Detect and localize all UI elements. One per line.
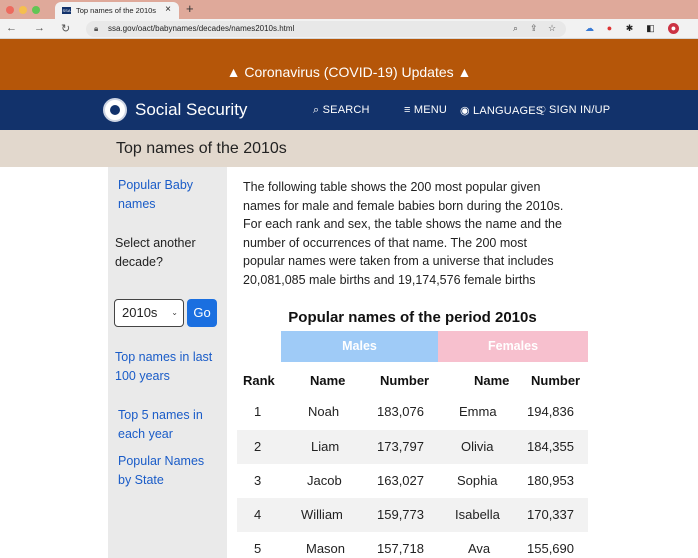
rank-cell: 5	[254, 541, 262, 556]
maximize-window-icon[interactable]	[32, 6, 40, 14]
male-name-cell: Noah	[308, 404, 340, 419]
browser-tab[interactable]: SSA Top names of the 2010s ×	[55, 2, 179, 19]
sidepanel-icon[interactable]: ◧	[645, 23, 656, 34]
close-window-icon[interactable]	[6, 6, 14, 14]
table-title: Popular names of the period 2010s	[288, 309, 537, 326]
browser-tab-strip: SSA Top names of the 2010s × +	[0, 0, 698, 19]
nav-search[interactable]: ⌕ SEARCH	[313, 104, 370, 117]
male-number-cell: 159,773	[377, 507, 424, 522]
window-controls[interactable]	[6, 6, 40, 14]
males-header: Males	[281, 331, 438, 362]
female-name-cell: Sophia	[457, 473, 498, 488]
table-row: 5 Mason 157,718 Ava 155,690	[237, 532, 588, 558]
sidebar-link-line[interactable]: Popular Names	[118, 452, 204, 471]
back-arrow-icon[interactable]: ←	[6, 22, 17, 34]
table-row: 1 Noah 183,076 Emma 194,836	[237, 395, 588, 429]
intro-line: popular names were taken from a universe…	[243, 254, 554, 268]
zoom-icon[interactable]: ⌕	[513, 23, 518, 34]
intro-line: For each rank and sex, the table shows t…	[243, 217, 562, 231]
sidebar-link-line[interactable]: by State	[118, 471, 204, 490]
page-title: Top names of the 2010s	[116, 140, 287, 157]
female-number-cell: 194,836	[527, 404, 574, 419]
ssa-favicon-icon: SSA	[62, 7, 71, 14]
sidebar-link-line[interactable]: 100 years	[115, 367, 212, 386]
site-brand[interactable]: Social Security	[135, 100, 247, 120]
table-row: 4 William 159,773 Isabella 170,337	[237, 498, 588, 532]
sidebar-link-line[interactable]: names	[118, 195, 193, 214]
intro-line: names for male and female babies born du…	[243, 198, 564, 213]
rank-cell: 3	[254, 473, 262, 488]
female-number-cell: 184,355	[527, 439, 574, 454]
rank-cell: 1	[254, 404, 262, 419]
ssa-seal-icon[interactable]	[103, 98, 127, 122]
females-header: Females	[438, 331, 588, 362]
male-name-cell: Jacob	[307, 473, 342, 488]
column-header-female-number: Number	[531, 373, 581, 388]
nav-menu[interactable]: ≡ MENU	[404, 104, 447, 116]
nav-sign-in[interactable]: ⍜ SIGN IN/UP	[539, 104, 610, 117]
nav-languages[interactable]: ◉ LANGUAGES	[460, 104, 543, 117]
intro-paragraph: The following table shows the 200 most p…	[243, 178, 588, 289]
table-row: 3 Jacob 163,027 Sophia 180,953	[237, 464, 588, 498]
sidebar-link-line[interactable]: Popular Baby	[118, 176, 193, 195]
intro-line: number of occurrences of that name. The …	[243, 235, 527, 250]
male-name-cell: Mason	[306, 541, 346, 556]
address-bar[interactable]: 🔒︎ ssa.gov/oact/babynames/decades/names2…	[86, 21, 566, 37]
female-name-cell: Isabella	[455, 507, 500, 522]
minimize-window-icon[interactable]	[19, 6, 27, 14]
column-header-male-number: Number	[380, 373, 430, 388]
female-name-cell: Emma	[459, 404, 497, 419]
rank-cell: 4	[254, 507, 262, 522]
lock-icon: 🔒︎	[94, 24, 99, 33]
select-decade-prompt: Select another decade?	[115, 234, 196, 272]
female-name-cell: Olivia	[461, 439, 494, 454]
url-text[interactable]: ssa.gov/oact/babynames/decades/names2010…	[108, 24, 294, 33]
page-title-bar: Top names of the 2010s	[0, 130, 698, 167]
select-prompt-line: decade?	[115, 255, 163, 269]
sidebar-link-top-100-years[interactable]: Top names in last 100 years	[115, 348, 212, 386]
female-number-cell: 180,953	[527, 473, 574, 488]
column-header-female-name: Name	[474, 373, 510, 388]
decade-select-value[interactable]: 2010s	[122, 305, 157, 320]
intro-line: The following table shows the 200 most p…	[243, 180, 541, 194]
sidebar-link-popular-baby-names[interactable]: Popular Baby names	[118, 176, 193, 214]
select-prompt-line: Select another	[115, 236, 196, 250]
extensions-puzzle-icon[interactable]: ✱	[624, 23, 635, 34]
rank-cell: 2	[254, 439, 262, 454]
bookmark-star-icon[interactable]: ☆	[548, 23, 556, 34]
reload-icon[interactable]: ↻	[61, 22, 70, 35]
sidebar-link-line[interactable]: each year	[118, 425, 203, 444]
male-number-cell: 173,797	[377, 439, 424, 454]
female-number-cell: 170,337	[527, 507, 574, 522]
table-row: 2 Liam 173,797 Olivia 184,355	[237, 430, 588, 464]
profile-avatar[interactable]: ●	[668, 23, 679, 34]
column-header-rank: Rank	[243, 373, 275, 388]
column-header-male-name: Name	[310, 373, 346, 388]
go-button[interactable]: Go	[187, 299, 217, 327]
site-header: Social Security ⌕ SEARCH ≡ MENU ◉ LANGUA…	[0, 90, 698, 130]
new-tab-button[interactable]: +	[186, 1, 194, 16]
forward-arrow-icon[interactable]: →	[34, 22, 45, 34]
male-name-cell: Liam	[311, 439, 340, 454]
extension-cloud-icon[interactable]: ☁	[584, 23, 595, 34]
browser-toolbar: ← → ↻ 🔒︎ ssa.gov/oact/babynames/decades/…	[0, 19, 698, 39]
male-number-cell: 163,027	[377, 473, 424, 488]
female-name-cell: Ava	[468, 541, 491, 556]
sidebar-link-names-by-state[interactable]: Popular Names by State	[118, 452, 204, 490]
male-number-cell: 183,076	[377, 404, 424, 419]
chevron-down-icon[interactable]: ⌄	[171, 300, 178, 326]
tab-title: Top names of the 2010s	[76, 6, 157, 15]
covid-updates-link[interactable]: ▲ Coronavirus (COVID-19) Updates ▲	[0, 64, 698, 80]
close-tab-icon[interactable]: ×	[165, 4, 171, 15]
female-number-cell: 155,690	[527, 541, 574, 556]
share-icon[interactable]: ⇪	[530, 23, 538, 34]
sidebar-link-line[interactable]: Top 5 names in	[118, 406, 203, 425]
decade-select[interactable]: 2010s ⌄	[114, 299, 184, 327]
male-number-cell: 157,718	[377, 541, 424, 556]
sidebar-link-line[interactable]: Top names in last	[115, 348, 212, 367]
extension-red-icon[interactable]: ●	[604, 23, 615, 34]
sidebar-link-top5-each-year[interactable]: Top 5 names in each year	[118, 406, 203, 444]
intro-line: 20,081,085 male births and 19,174,576 fe…	[243, 272, 536, 287]
male-name-cell: William	[301, 507, 343, 522]
